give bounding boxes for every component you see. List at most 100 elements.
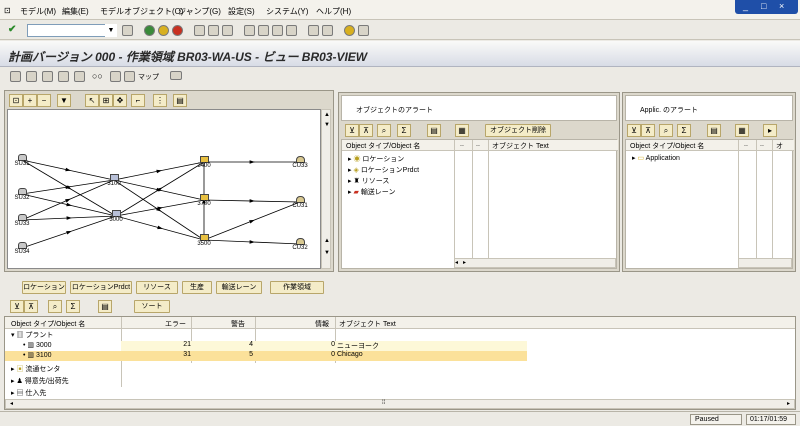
minimize-icon[interactable]: _ xyxy=(743,1,748,11)
screen-icon[interactable] xyxy=(170,71,182,80)
zoom-out-icon[interactable]: − xyxy=(37,94,51,107)
col-info[interactable]: 情報 xyxy=(315,319,329,329)
connect-icon[interactable]: ⌐ xyxy=(131,94,145,107)
map-icon[interactable] xyxy=(124,71,135,82)
menu-system[interactable]: システム(Y) xyxy=(266,6,308,17)
new-session-icon[interactable] xyxy=(308,25,319,36)
print-icon[interactable]: ▤ xyxy=(707,124,721,137)
first-page-icon[interactable] xyxy=(244,25,255,36)
print-icon[interactable]: ▤ xyxy=(427,124,441,137)
tools-icon[interactable] xyxy=(42,71,53,82)
col-text[interactable]: オブジェクト Text xyxy=(492,141,549,151)
expand-icon[interactable]: ⊻ xyxy=(10,300,24,313)
scroll-down-icon[interactable]: ▼ xyxy=(324,250,330,256)
move-icon[interactable]: ✥ xyxy=(113,94,127,107)
enter-icon[interactable]: ✔ xyxy=(8,24,16,35)
menu-model[interactable]: モデル(M) xyxy=(20,6,56,17)
network-node[interactable]: 3100 xyxy=(102,174,126,187)
find-next-icon[interactable] xyxy=(222,25,233,36)
command-field[interactable] xyxy=(27,24,117,37)
copy-icon[interactable] xyxy=(74,71,85,82)
col-dots-2[interactable]: .. xyxy=(476,141,480,148)
menu-jump[interactable]: ジャンプ(G) xyxy=(178,6,221,17)
network-node[interactable]: SU34 xyxy=(10,242,34,255)
layout-tool-icon[interactable]: ⋮ xyxy=(153,94,167,107)
network-node[interactable]: 3000 xyxy=(104,210,128,223)
layout-icon[interactable] xyxy=(358,25,369,36)
sap-menu-icon[interactable]: ⊡ xyxy=(4,6,11,15)
zoom-in-icon[interactable]: + xyxy=(23,94,37,107)
more-icon[interactable]: ▸ xyxy=(763,124,777,137)
find-icon[interactable]: ⌕ xyxy=(659,124,673,137)
find-icon[interactable]: ⌕ xyxy=(377,124,391,137)
col-object[interactable]: Object タイプ/Object 名 xyxy=(630,141,704,151)
expand-icon[interactable]: ⊻ xyxy=(345,124,359,137)
save-icon[interactable] xyxy=(122,25,133,36)
tree-item-location[interactable]: ▸ ◉ ロケーション xyxy=(348,154,404,164)
refresh-icon[interactable] xyxy=(10,71,21,82)
edit-icon[interactable] xyxy=(110,71,121,82)
col-object[interactable]: Object タイプ/Object 名 xyxy=(346,141,420,151)
tab-work-area[interactable]: 作業領域 xyxy=(270,281,324,294)
alert-icon[interactable] xyxy=(26,71,37,82)
table-row-selected[interactable]: • ▥ 3100 xyxy=(23,351,52,361)
col-dots-3[interactable]: オ xyxy=(776,141,783,151)
print-icon[interactable] xyxy=(194,25,205,36)
tree-group-plant[interactable]: ▾ ▥ プラント xyxy=(11,330,53,340)
alerts-hscroll[interactable]: ◂ ▸ xyxy=(454,258,616,268)
zoom-fit-icon[interactable]: ⊡ xyxy=(9,94,23,107)
network-node[interactable]: 3400 xyxy=(192,156,216,169)
network-canvas[interactable]: SU31 SU32 SU33 SU34 3100 3000 3400 3700 3500 CU33… xyxy=(7,109,321,269)
menu-settings[interactable]: 設定(S) xyxy=(228,6,255,17)
back-icon[interactable] xyxy=(144,25,155,36)
command-dropdown-icon[interactable]: ▼ xyxy=(105,24,117,37)
help-icon[interactable] xyxy=(344,25,355,36)
tab-resource[interactable]: リソース xyxy=(136,281,178,294)
last-page-icon[interactable] xyxy=(286,25,297,36)
collapse-icon[interactable]: ⊼ xyxy=(24,300,38,313)
col-dots-1[interactable]: .. xyxy=(744,141,748,148)
print-graphic-icon[interactable]: ▤ xyxy=(173,94,187,107)
sum-icon[interactable]: Σ xyxy=(677,124,691,137)
col-dots-1[interactable]: .. xyxy=(460,141,464,148)
maximize-icon[interactable]: □ xyxy=(761,1,766,11)
grid-hscroll[interactable]: ◂ ⁞⁞ ▸ xyxy=(5,399,795,409)
prev-page-icon[interactable] xyxy=(258,25,269,36)
find-icon[interactable] xyxy=(208,25,219,36)
tab-transport-lane[interactable]: 輸送レーン xyxy=(216,281,262,294)
delete-object-button[interactable]: オブジェクト削除 xyxy=(485,124,551,137)
col-error[interactable]: エラー xyxy=(165,319,186,329)
shortcut-icon[interactable] xyxy=(322,25,333,36)
tree-item-resource[interactable]: ▸ ♜ リソース xyxy=(348,176,389,186)
app-alerts-hscroll[interactable] xyxy=(738,258,792,268)
glasses-icon[interactable]: ○○ xyxy=(92,71,103,81)
expand-icon[interactable]: ⊻ xyxy=(627,124,641,137)
scroll-thumb[interactable]: ⁞⁞ xyxy=(382,400,385,406)
collapse-icon[interactable]: ⊼ xyxy=(641,124,655,137)
scroll-up-icon[interactable]: ▲ xyxy=(324,112,330,118)
tree-group-customer[interactable]: ▸ ♟ 得意先/出荷先 xyxy=(11,376,69,386)
zoom-box-icon[interactable]: ⊞ xyxy=(99,94,113,107)
sort-button[interactable]: ソート xyxy=(134,300,170,313)
scroll-down-icon[interactable]: ▼ xyxy=(324,122,330,128)
close-icon[interactable]: × xyxy=(779,1,784,11)
tab-location-product[interactable]: ロケーションPrdct xyxy=(70,281,132,294)
table-row[interactable]: • ▥ 3000 xyxy=(23,341,52,351)
col-text[interactable]: オブジェクト Text xyxy=(339,319,396,329)
network-node[interactable]: CU32 xyxy=(288,238,312,251)
scroll-up-icon[interactable]: ▲ xyxy=(324,238,330,244)
network-node[interactable]: 3500 xyxy=(192,234,216,247)
network-node[interactable]: SU31 xyxy=(10,154,34,167)
menu-help[interactable]: ヘルプ(H) xyxy=(316,6,351,17)
tree-group-vendor[interactable]: ▸ ▤ 仕入先 xyxy=(11,388,46,398)
collapse-icon[interactable]: ⊼ xyxy=(359,124,373,137)
col-object[interactable]: Object タイプ/Object 名 xyxy=(11,319,85,329)
select-cursor-icon[interactable]: ↖ xyxy=(85,94,99,107)
network-node[interactable]: 3700 xyxy=(192,194,216,207)
sum-icon[interactable]: Σ xyxy=(397,124,411,137)
layout-icon[interactable]: ▦ xyxy=(735,124,749,137)
network-node[interactable]: SU33 xyxy=(10,214,34,227)
menu-edit[interactable]: 編集(E) xyxy=(62,6,89,17)
network-node[interactable]: CU31 xyxy=(288,196,312,209)
tree-group-dc[interactable]: ▸ ▣ 流通センタ xyxy=(11,364,60,374)
